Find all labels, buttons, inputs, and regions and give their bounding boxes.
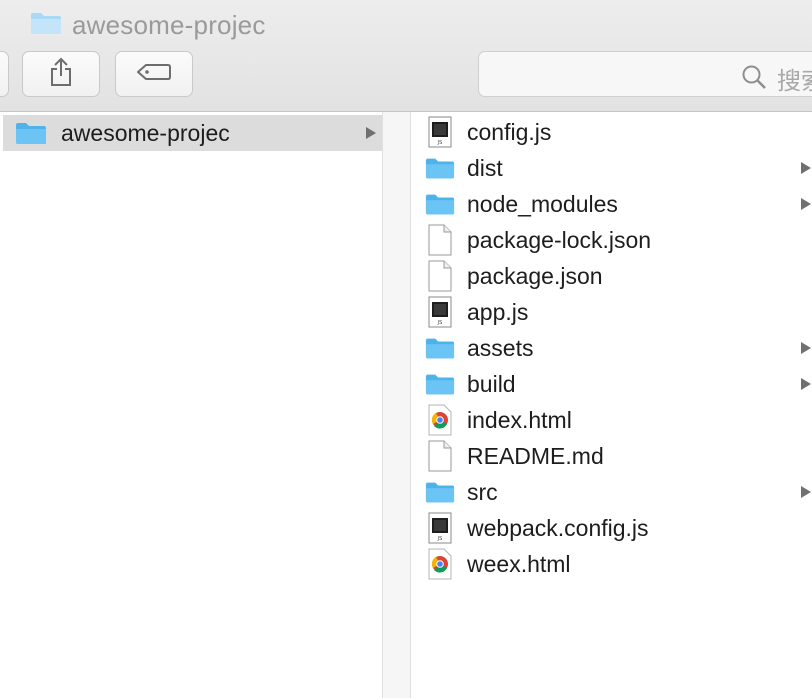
disclosure-arrow-icon [800,341,812,355]
list-item-label: webpack.config.js [467,514,649,541]
list-item-label: build [467,370,516,397]
list-item-label: config.js [467,118,552,145]
folder-icon [425,156,455,180]
window-title-bar: awesome-projec [30,8,266,42]
disclosure-arrow-icon [365,126,377,140]
list-item-label: index.html [467,406,572,433]
list-item-app-js[interactable]: JS app.js [411,294,812,330]
list-item-label: package.json [467,262,603,289]
list-item-readme-md[interactable]: README.md [411,438,812,474]
list-item-label: app.js [467,298,529,325]
list-item-config-js[interactable]: JS config.js [411,114,812,150]
list-item-label: src [467,478,498,505]
list-item-label: awesome-projec [61,119,230,146]
search-field[interactable]: 搜索 [478,51,812,97]
disclosure-arrow-icon [800,161,812,175]
list-item-package-lock-json[interactable]: package-lock.json [411,222,812,258]
js-file-icon: JS [425,512,455,544]
svg-text:JS: JS [437,536,443,542]
svg-text:JS: JS [437,140,443,146]
list-item-label: package-lock.json [467,226,652,253]
search-placeholder: 搜索 [777,68,812,95]
chrome-html-icon [425,404,455,436]
js-file-icon: JS [425,116,455,148]
toolbar-button-partial[interactable] [0,51,9,97]
folder-contents-column: JS config.js dist node_modules package-l… [411,112,812,698]
list-item-src[interactable]: src [411,474,812,510]
document-icon [425,260,455,292]
list-item-awesome-projec[interactable]: awesome-projec [3,115,382,151]
list-item-package-json[interactable]: package.json [411,258,812,294]
list-item-assets[interactable]: assets [411,330,812,366]
folder-icon [425,372,455,396]
chrome-html-icon [425,548,455,580]
list-item-label: dist [467,154,503,181]
list-item-node-modules[interactable]: node_modules [411,186,812,222]
disclosure-arrow-icon [800,197,812,211]
list-item-label: README.md [467,442,604,469]
list-item-weex-html[interactable]: weex.html [411,546,812,582]
column-divider[interactable] [383,112,411,698]
window-title: awesome-projec [72,9,266,40]
list-item-label: node_modules [467,190,618,217]
disclosure-arrow-icon [800,377,812,391]
svg-text:JS: JS [437,320,443,326]
js-file-icon: JS [425,296,455,328]
list-item-webpack-config-js[interactable]: JS webpack.config.js [411,510,812,546]
folder-icon [15,121,47,145]
folder-icon [30,11,62,40]
parent-folder-column: awesome-projec [0,112,383,698]
list-item-index-html[interactable]: index.html [411,402,812,438]
search-icon [741,64,767,95]
share-icon [49,57,73,92]
document-icon [425,440,455,472]
list-item-build[interactable]: build [411,366,812,402]
list-item-label: weex.html [467,550,571,577]
disclosure-arrow-icon [800,485,812,499]
list-item-dist[interactable]: dist [411,150,812,186]
folder-icon [425,480,455,504]
list-item-label: assets [467,334,534,361]
folder-icon [425,192,455,216]
folder-icon [425,336,455,360]
tag-icon [136,62,172,87]
tag-button[interactable] [115,51,193,97]
window-toolbar: awesome-projec 搜索 [0,0,812,112]
share-button[interactable] [22,51,100,97]
document-icon [425,224,455,256]
